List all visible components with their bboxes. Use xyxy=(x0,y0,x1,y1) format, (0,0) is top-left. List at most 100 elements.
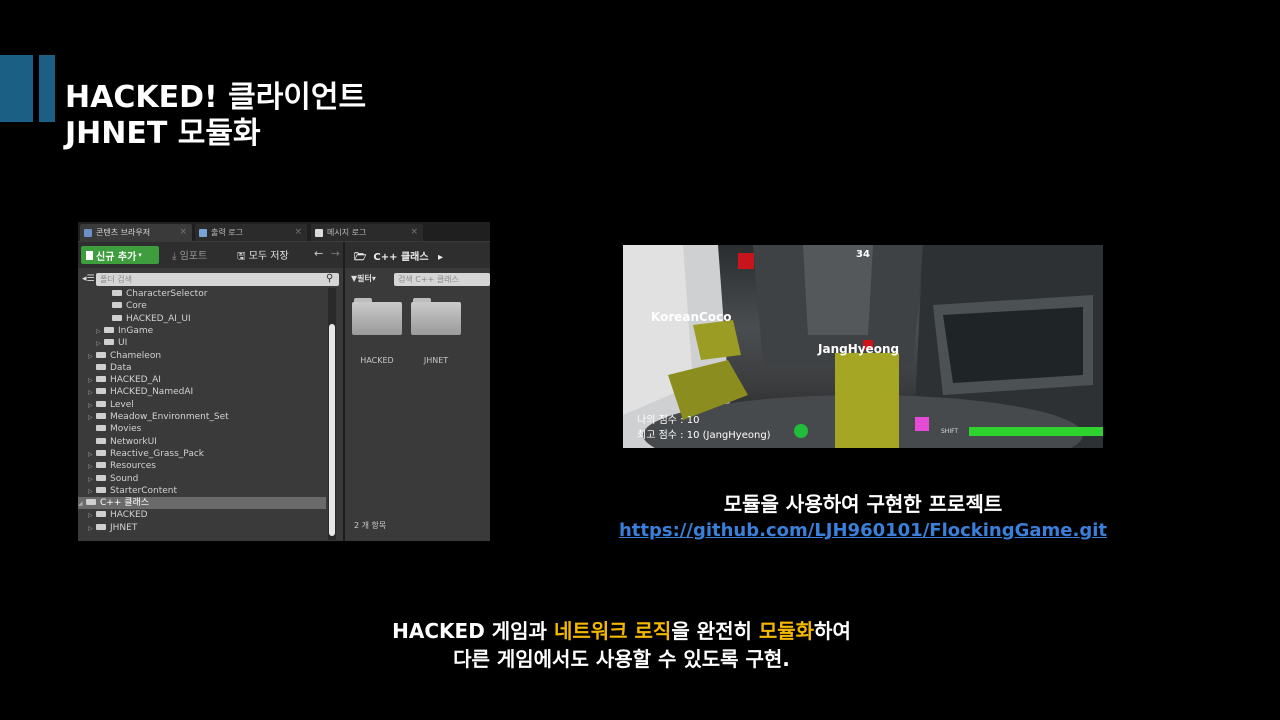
tree-item[interactable]: ▷ StarterContent xyxy=(88,485,177,497)
tree-item[interactable]: Movies xyxy=(88,423,141,435)
expand-arrow-icon[interactable]: ▷ xyxy=(88,375,96,387)
expand-arrow-icon[interactable]: ▷ xyxy=(88,523,96,535)
tree-item[interactable]: ▷ InGame xyxy=(96,325,153,337)
github-link[interactable]: https://github.com/LJH960101/FlockingGam… xyxy=(603,520,1123,541)
chevron-down-icon: ▾ xyxy=(138,251,142,259)
tree-item[interactable]: ▷ Sound xyxy=(88,473,138,485)
tab-label: 콘텐츠 브라우저 xyxy=(96,228,151,237)
tree-item[interactable]: ▷ Meadow_Environment_Set xyxy=(88,411,229,423)
add-new-button[interactable]: 신규 추가 ▾ xyxy=(81,246,159,264)
summary-text-part: 을 완전히 xyxy=(671,619,759,643)
folder-icon xyxy=(96,351,106,358)
expand-arrow-icon[interactable]: ▷ xyxy=(88,461,96,473)
tree-item[interactable]: ▷ Reactive_Grass_Pack xyxy=(88,448,204,460)
tree-item[interactable]: CharacterSelector xyxy=(104,288,207,300)
tree-item-label: HACKED_AI xyxy=(110,375,161,386)
save-all-button[interactable]: 🖫 모두 저장 xyxy=(237,247,289,266)
tree-item[interactable]: ▷ JHNET xyxy=(88,522,137,534)
tree-item[interactable]: ▷ HACKED xyxy=(88,509,148,521)
tab-label: 출력 로그 xyxy=(211,228,243,237)
shift-label: SHIFT xyxy=(941,428,959,435)
close-icon[interactable]: × xyxy=(294,227,302,237)
folder-icon-body xyxy=(352,302,402,335)
folder-label-jhnet: JHNET xyxy=(423,356,449,365)
folder-icon xyxy=(112,302,122,309)
folder-icon xyxy=(96,437,106,444)
tree-item-label: Reactive_Grass_Pack xyxy=(110,448,205,459)
folder-icon xyxy=(96,511,106,518)
tree-item-label: Movies xyxy=(110,424,142,435)
expand-arrow-icon[interactable]: ▷ xyxy=(88,486,96,498)
folder-icon xyxy=(104,326,114,333)
forward-arrow-icon[interactable]: → xyxy=(331,247,340,260)
folder-search-input[interactable]: 폴더 검색 xyxy=(96,273,339,286)
player-name-1: KoreanCoco xyxy=(651,310,732,324)
summary-highlight: 네트워크 로직 xyxy=(553,619,672,643)
tree-item[interactable]: HACKED_AI_UI xyxy=(104,313,191,325)
tree-item[interactable]: Data xyxy=(88,362,132,374)
expand-arrow-icon[interactable]: ▷ xyxy=(96,338,104,350)
tree-item-label: InGame xyxy=(118,325,154,336)
tree-item[interactable]: ▷ Resources xyxy=(88,460,156,472)
folder-tile-jhnet[interactable] xyxy=(411,298,461,336)
expand-arrow-icon[interactable]: ▷ xyxy=(96,326,104,338)
expand-arrow-icon[interactable]: ▷ xyxy=(88,510,96,522)
timer: 34 xyxy=(856,249,870,260)
close-icon[interactable]: × xyxy=(179,227,187,237)
import-label: 임포트 xyxy=(179,251,208,262)
folder-tile-hacked[interactable] xyxy=(352,298,402,336)
yellow-cube-top xyxy=(693,320,741,360)
expand-arrow-icon[interactable]: ▷ xyxy=(88,449,96,461)
right-window-inner xyxy=(943,307,1083,383)
tree-item-label: HACKED_NamedAI xyxy=(110,387,194,398)
scrollbar-thumb[interactable] xyxy=(329,324,335,536)
chevron-right-icon: ▸ xyxy=(438,252,444,263)
tab-message-log[interactable]: 메시지 로그 × xyxy=(311,224,423,241)
tree-item[interactable]: ▷ UI xyxy=(96,337,127,349)
tree-item-label: HACKED xyxy=(110,510,148,521)
expand-arrow-icon[interactable]: ▷ xyxy=(88,387,96,399)
folder-icon xyxy=(96,449,106,456)
tab-output-log[interactable]: 출력 로그 × xyxy=(195,224,307,241)
panel-divider[interactable] xyxy=(343,242,345,541)
filter-button[interactable]: ▼필터▾ xyxy=(351,273,376,284)
caption: 모듈을 사용하여 구현한 프로젝트 xyxy=(723,492,1003,516)
breadcrumb[interactable]: 🗁 C++ 클래스 ▸ xyxy=(354,248,443,267)
folder-icon xyxy=(112,290,122,296)
tree-item[interactable]: Core xyxy=(104,300,147,312)
tree-item[interactable]: ▷ Chameleon xyxy=(88,350,161,362)
folder-icon xyxy=(96,474,106,481)
tree-item-label: Sound xyxy=(110,473,139,484)
asset-search-input[interactable]: 검색 C++ 클래스 xyxy=(394,273,490,286)
tree-item[interactable]: ◢ C++ 클래스 xyxy=(78,497,326,510)
tree-item[interactable]: NetworkUI xyxy=(88,436,157,448)
red-cube xyxy=(738,253,754,269)
tree-item-label: Resources xyxy=(110,461,156,472)
folder-icon xyxy=(96,523,106,530)
folder-icon xyxy=(96,486,106,493)
back-arrow-icon[interactable]: ← xyxy=(314,247,323,260)
expand-arrow-icon[interactable]: ▷ xyxy=(88,474,96,486)
folder-icon xyxy=(96,400,106,407)
tree-item[interactable]: ▷ Level xyxy=(88,399,134,411)
tree-item-label: StarterContent xyxy=(110,485,178,496)
summary-text: HACKED 게임과 네트워크 로직을 완전히 모듈화하여 다른 게임에서도 사… xyxy=(0,617,1243,673)
tree-item[interactable]: ▷ HACKED_NamedAI xyxy=(88,386,193,398)
close-icon[interactable]: × xyxy=(410,227,418,237)
tree-toggle-icon[interactable]: ◂☰ xyxy=(82,274,95,284)
tab-content-browser[interactable]: 콘텐츠 브라우저 × xyxy=(80,224,192,241)
tree-item-label: JHNET xyxy=(110,522,138,533)
save-all-label: 모두 저장 xyxy=(248,251,289,262)
expand-arrow-icon[interactable]: ▷ xyxy=(88,351,96,363)
expand-arrow-icon[interactable]: ▷ xyxy=(88,412,96,424)
summary-text-part: HACKED 게임과 xyxy=(392,619,554,643)
history-nav: ← → xyxy=(314,247,340,260)
tree-item[interactable]: ▷ HACKED_AI xyxy=(88,374,161,386)
import-button[interactable]: ⤓ 임포트 xyxy=(172,247,207,262)
green-orb xyxy=(794,424,808,438)
expand-arrow-icon[interactable]: ◢ xyxy=(78,498,86,510)
folder-open-icon: 🗁 xyxy=(354,252,367,263)
folder-icon xyxy=(96,413,106,419)
expand-arrow-icon[interactable]: ▷ xyxy=(88,400,96,412)
import-icon: ⤓ xyxy=(172,251,177,262)
